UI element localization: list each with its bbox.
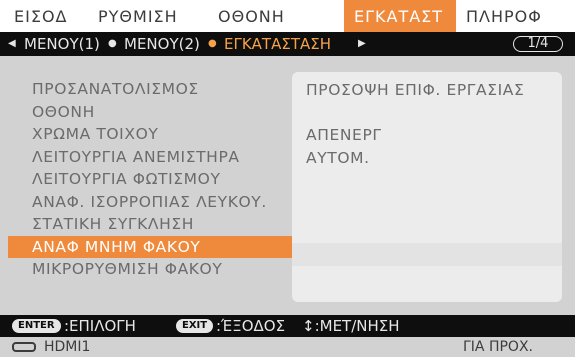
submenu-installation[interactable]: ΕΓΚΑΤΑΣΤΑΣΗ xyxy=(224,32,331,56)
bullet-icon: ● xyxy=(208,38,217,49)
submenu-menu-1[interactable]: ΜΕΝΟΥ(1) xyxy=(24,32,100,56)
right-triangle-icon[interactable]: ▶ xyxy=(358,32,366,56)
input-name: HDMI1 xyxy=(44,339,91,355)
setting-lens-calibration[interactable]: ΜΙΚΡΟΡΥΘΜΙΣΗ ΦΑΚΟΥ xyxy=(8,258,292,281)
projector-osd-menu: ΕΙΣΟΔ ΡΥΘΜΙΣΗ ΟΘΟΝΗ ΕΓΚΑΤΑΣΤ ΠΛΗΡΟΦ ◀ ΜΕ… xyxy=(0,0,575,357)
selected-row-highlight xyxy=(292,243,562,266)
settings-list: ΠΡΟΣΑΝΑΤΟΛΙΣΜΟΣ ΟΘΟΝΗ ΧΡΩΜΑ ΤΟΙΧΟΥ ΛΕΙΤΟ… xyxy=(8,72,292,281)
enter-key-icon: ENTER xyxy=(12,319,61,333)
status-right-text: ΓΙΑ ΠΡΟΧ. xyxy=(463,339,533,355)
main-tab-bar: ΕΙΣΟΔ ΡΥΘΜΙΣΗ ΟΘΟΝΗ ΕΓΚΑΤΑΣΤ ΠΛΗΡΟΦ xyxy=(0,0,575,32)
values-panel: ΠΡΟΣΟΨΗ ΕΠΙΦ. ΕΡΓΑΣΙΑΣ ΑΠΕΝΕΡΓ ΑΥΤΟΜ. xyxy=(292,72,562,302)
hint-bar: ENTER :ΕΠΙΛΟΓΗ EXIT :ΈΞΟΔΟΣ ↕:ΜΕΤ/ΝΗΣΗ xyxy=(0,315,575,337)
fan-mode-value[interactable]: ΑΥΤΟΜ. xyxy=(306,147,370,170)
setting-screen[interactable]: ΟΘΟΝΗ xyxy=(8,101,292,124)
enter-hint: :ΕΠΙΛΟΓΗ xyxy=(64,317,136,335)
exit-key-icon: EXIT xyxy=(176,319,214,333)
left-triangle-icon[interactable]: ◀ xyxy=(8,32,16,56)
bullet-icon: ● xyxy=(108,38,117,49)
setting-light-mode[interactable]: ΛΕΙΤΟΥΡΓΙΑ ΦΩΤΙΣΜΟΥ xyxy=(8,168,292,191)
tab-display[interactable]: ΟΘΟΝΗ xyxy=(218,0,285,32)
page-indicator: 1/4 xyxy=(513,36,563,52)
wall-color-value[interactable]: ΑΠΕΝΕΡΓ xyxy=(306,124,382,147)
tab-input[interactable]: ΕΙΣΟΔ xyxy=(14,0,67,32)
tab-info[interactable]: ΠΛΗΡΟΦ xyxy=(466,0,542,32)
setting-static-convergence[interactable]: ΣΤΑΤΙΚΗ ΣΥΓΚΛΗΣΗ xyxy=(8,213,292,236)
status-bar: HDMI1 ΓΙΑ ΠΡΟΧ. xyxy=(0,337,575,357)
setting-lens-memory[interactable]: ΑΝΑΦ ΜΝΗΜ ΦΑΚΟΥ xyxy=(8,235,292,258)
setting-fan-mode[interactable]: ΛΕΙΤΟΥΡΓΙΑ ΑΝΕΜΙΣΤΗΡΑ xyxy=(8,146,292,169)
orientation-value[interactable]: ΠΡΟΣΟΨΗ ΕΠΙΦ. ΕΡΓΑΣΙΑΣ xyxy=(306,79,524,102)
move-hint: ↕:ΜΕΤ/ΝΗΣΗ xyxy=(302,317,400,335)
setting-wall-color[interactable]: ΧΡΩΜΑ ΤΟΙΧΟΥ xyxy=(8,123,292,146)
tab-installation[interactable]: ΕΓΚΑΤΑΣΤ xyxy=(344,0,456,32)
submenu-bar: ◀ ΜΕΝΟΥ(1) ● ΜΕΝΟΥ(2) ● ΕΓΚΑΤΑΣΤΑΣΗ ▶ 1/… xyxy=(0,32,575,56)
setting-white-balance[interactable]: ΑΝΑΦ. ΙΣΟΡΡΟΠΙΑΣ ΛΕΥΚΟΥ. xyxy=(8,191,292,214)
hdmi-input-icon xyxy=(12,342,36,352)
submenu-menu-2[interactable]: ΜΕΝΟΥ(2) xyxy=(124,32,200,56)
tab-setup[interactable]: ΡΥΘΜΙΣΗ xyxy=(98,0,178,32)
setting-orientation[interactable]: ΠΡΟΣΑΝΑΤΟΛΙΣΜΟΣ xyxy=(8,78,292,101)
exit-hint: :ΈΞΟΔΟΣ xyxy=(216,317,286,335)
